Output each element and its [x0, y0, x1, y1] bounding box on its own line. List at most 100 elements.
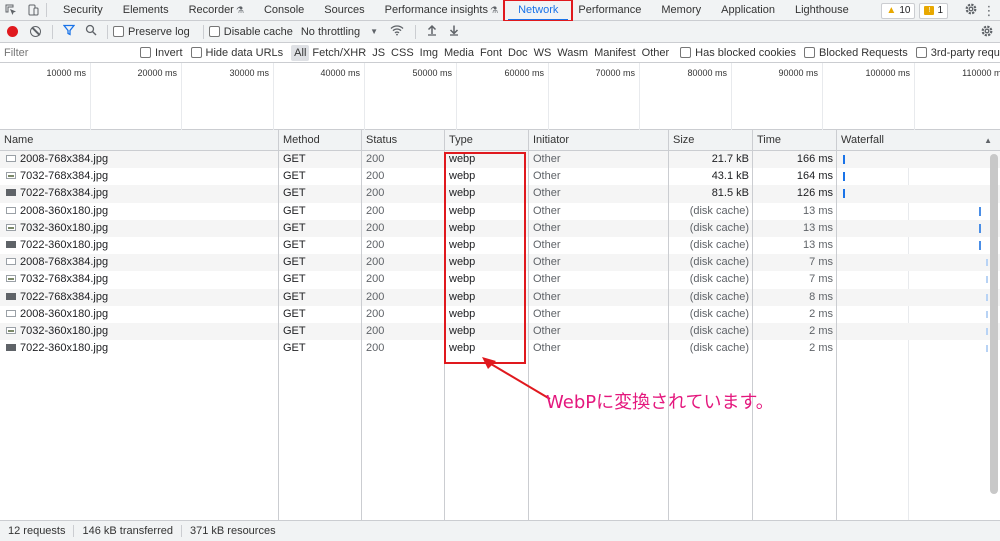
tab-elements[interactable]: Elements	[113, 0, 179, 21]
tab-sources[interactable]: Sources	[314, 0, 374, 21]
column-divider[interactable]	[836, 130, 837, 520]
column-divider[interactable]	[361, 130, 362, 520]
filter-input[interactable]	[0, 42, 140, 63]
column-header-initiator[interactable]: Initiator	[529, 130, 669, 151]
device-toolbar-icon[interactable]	[22, 0, 44, 21]
network-conditions-icon[interactable]	[390, 24, 404, 39]
column-header-size[interactable]: Size	[669, 130, 753, 151]
filter-type-ws[interactable]: WS	[531, 45, 555, 61]
third-party-checkbox[interactable]: 3rd-party requests	[915, 47, 1000, 59]
filter-icon[interactable]	[62, 24, 76, 39]
inspect-element-icon[interactable]	[0, 0, 22, 21]
tab-application[interactable]: Application	[711, 0, 785, 21]
settings-gear-icon[interactable]	[964, 2, 978, 19]
request-name[interactable]: 7032-360x180.jpg	[6, 323, 108, 340]
tab-console[interactable]: Console	[254, 0, 314, 21]
column-header-waterfall[interactable]: Waterfall	[837, 130, 1000, 151]
request-name[interactable]: 2008-360x180.jpg	[6, 306, 108, 323]
waterfall-bar	[986, 310, 988, 318]
sort-ascending-icon[interactable]: ▲	[984, 130, 992, 151]
request-name[interactable]: 7032-768x384.jpg	[6, 271, 108, 288]
request-method: GET	[283, 170, 306, 183]
request-name[interactable]: 2008-768x384.jpg	[6, 151, 108, 168]
disable-cache-checkbox[interactable]: Disable cache	[208, 25, 293, 38]
issues-badge[interactable]: ! 1	[919, 2, 948, 19]
tab-separator	[46, 3, 47, 17]
filter-type-all[interactable]: All	[291, 44, 310, 61]
filter-type-fetch-xhr[interactable]: Fetch/XHR	[309, 45, 369, 61]
request-name[interactable]: 7032-360x180.jpg	[6, 220, 108, 237]
network-settings-gear-icon[interactable]	[980, 24, 994, 41]
column-divider[interactable]	[278, 130, 279, 520]
tab-memory[interactable]: Memory	[651, 0, 711, 21]
filter-type-js[interactable]: JS	[369, 45, 388, 61]
waterfall-bar	[986, 276, 988, 284]
request-time: 126 ms	[796, 187, 833, 200]
tab-performance-insights[interactable]: Performance insights ⚗	[375, 0, 508, 21]
tab-label: Lighthouse	[794, 3, 849, 16]
network-overview-timeline[interactable]: 10000 ms 20000 ms 30000 ms 40000 ms 50000 ms…	[0, 63, 1000, 130]
column-header-time[interactable]: Time	[753, 130, 837, 151]
disable-cache-label: Disable cache	[223, 25, 293, 38]
checkbox-box[interactable]	[140, 47, 151, 58]
overview-gridline	[639, 63, 640, 130]
checkbox-box[interactable]	[680, 47, 692, 58]
request-method: GET	[283, 204, 306, 217]
request-name[interactable]: 2008-768x384.jpg	[6, 254, 108, 271]
request-name[interactable]: 7022-360x180.jpg	[6, 237, 108, 254]
request-name[interactable]: 7022-768x384.jpg	[6, 289, 108, 306]
checkbox-box[interactable]	[113, 26, 124, 37]
overview-gridline	[822, 63, 823, 130]
tab-security[interactable]: Security	[53, 0, 113, 21]
filter-type-wasm[interactable]: Wasm	[554, 45, 591, 61]
preserve-log-checkbox[interactable]: Preserve log	[113, 26, 190, 38]
column-divider[interactable]	[752, 130, 753, 520]
checkbox-box[interactable]	[190, 47, 202, 58]
toolbar-separator	[107, 24, 108, 39]
request-name[interactable]: 7022-360x180.jpg	[6, 340, 108, 357]
filter-type-doc[interactable]: Doc	[505, 45, 531, 61]
column-divider[interactable]	[668, 130, 669, 520]
request-name-text: 2008-768x384.jpg	[20, 256, 109, 269]
request-status: 200	[366, 324, 385, 337]
filter-type-other[interactable]: Other	[639, 45, 673, 61]
tab-lighthouse[interactable]: Lighthouse	[785, 0, 859, 21]
clear-button[interactable]	[30, 26, 41, 37]
has-blocked-cookies-checkbox[interactable]: Has blocked cookies	[680, 47, 796, 59]
search-icon[interactable]	[85, 24, 97, 39]
filter-type-media[interactable]: Media	[441, 45, 477, 61]
filter-type-css[interactable]: CSS	[388, 45, 417, 61]
request-status: 200	[366, 187, 385, 200]
import-har-icon[interactable]	[427, 24, 437, 39]
throttling-select[interactable]: No throttling ▼	[301, 26, 378, 38]
overview-tick-label: 90000 ms	[778, 68, 818, 78]
column-header-name[interactable]: Name	[0, 130, 279, 151]
column-header-method[interactable]: Method	[279, 130, 362, 151]
checkbox-box[interactable]	[915, 47, 927, 58]
tab-network[interactable]: Network	[503, 0, 574, 22]
column-divider[interactable]	[528, 130, 529, 520]
warnings-badge[interactable]: ▲ 10	[881, 2, 916, 19]
request-status: 200	[366, 153, 385, 165]
filter-type-img[interactable]: Img	[417, 45, 441, 61]
blocked-requests-checkbox[interactable]: Blocked Requests	[804, 47, 908, 59]
overview-tick-label: 110000 ms	[962, 68, 1000, 78]
overview-tick-label: 10000 ms	[46, 68, 86, 78]
invert-checkbox[interactable]: Invert	[140, 47, 183, 59]
request-name[interactable]: 2008-360x180.jpg	[6, 203, 108, 220]
more-options-icon[interactable]: ⋮	[982, 3, 996, 19]
request-name[interactable]: 7022-768x384.jpg	[6, 185, 108, 202]
checkbox-box[interactable]	[804, 47, 816, 58]
tab-recorder[interactable]: Recorder ⚗	[179, 0, 254, 21]
checkbox-box[interactable]	[208, 26, 220, 37]
filter-type-manifest[interactable]: Manifest	[591, 45, 639, 61]
filter-type-font[interactable]: Font	[477, 45, 505, 61]
export-har-icon[interactable]	[449, 24, 459, 39]
column-header-type[interactable]: Type	[445, 130, 529, 151]
column-header-status[interactable]: Status	[362, 130, 445, 151]
hide-data-urls-checkbox[interactable]: Hide data URLs	[190, 47, 283, 59]
tab-performance[interactable]: Performance	[568, 0, 651, 21]
request-name[interactable]: 7032-768x384.jpg	[6, 168, 108, 185]
vertical-scrollbar[interactable]	[990, 154, 998, 494]
record-button[interactable]	[7, 26, 18, 37]
